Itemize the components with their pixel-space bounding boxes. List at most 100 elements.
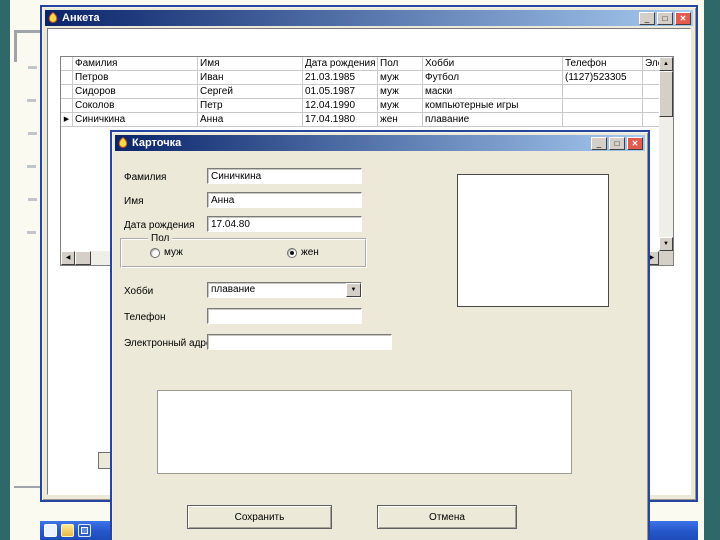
slide-text-fragment [27,165,36,168]
grid-cell[interactable]: Футбол [423,71,563,85]
grid-header-cell: Пол [378,57,423,71]
grid-header-cell: Телефон [563,57,643,71]
grid-cell[interactable] [643,113,659,127]
maximize-icon[interactable]: □ [657,11,673,25]
grid-cell[interactable]: Иван [198,71,303,85]
grid-header-cell: Имя [198,57,303,71]
birthdate-field[interactable] [207,216,362,232]
grid-cell[interactable]: жен [378,113,423,127]
card-dialog: Карточка _ □ ✕ Фамилия Имя Дата рождения… [110,130,650,540]
dialog-title: Карточка [132,137,182,149]
hobby-combobox[interactable]: плавание ▼ [207,282,362,298]
grid-cell[interactable]: маски [423,85,563,99]
scroll-down-icon[interactable]: ▼ [659,237,673,251]
photo-image-box [457,174,609,307]
grid-cell[interactable]: (1127)523305 [563,71,643,85]
grid-cell[interactable]: Синичкина [73,113,198,127]
scrollbar-corner [659,251,673,265]
current-record-icon: ▶ [61,113,73,127]
email-field[interactable] [207,334,392,350]
hobby-value: плавание [211,284,256,295]
minimize-icon[interactable]: _ [639,11,655,25]
grid-row[interactable]: Сидоров Сергей 01.05.1987 муж маски [61,85,659,99]
quick-launch-icon-1[interactable] [44,524,57,537]
main-window-titlebar[interactable]: Анкета _ □ ✕ [45,10,693,26]
main-window-title: Анкета [62,12,100,24]
phone-field[interactable] [207,308,362,324]
save-button[interactable]: Сохранить [187,505,332,529]
grid-cell[interactable]: Петр [198,99,303,113]
slide-text-fragment [28,132,37,135]
grid-cell[interactable]: 01.05.1987 [303,85,378,99]
grid-cell[interactable]: 17.04.1980 [303,113,378,127]
grid-indicator-cell [61,99,73,113]
gender-groupbox: Пол муж жен [120,233,367,268]
close-icon[interactable]: ✕ [675,11,691,25]
grid-cell[interactable]: плавание [423,113,563,127]
slide-text-fragment [28,66,37,69]
grid-cell[interactable] [643,71,659,85]
notes-memo-field[interactable] [157,390,572,474]
grid-cell[interactable]: муж [378,85,423,99]
hobby-label: Хобби [124,286,154,297]
surname-label: Фамилия [124,172,167,183]
grid-header-row: Фамилия Имя Дата рождения Пол Хобби Теле… [61,57,659,71]
horizontal-scroll-thumb[interactable] [75,251,91,265]
slide-text-fragment [27,231,36,234]
scroll-left-icon[interactable]: ◀ [61,251,75,265]
surname-field[interactable] [207,168,362,184]
grid-cell[interactable]: Сидоров [73,85,198,99]
slide-right-accent-bar [704,0,720,540]
cancel-button[interactable]: Отмена [377,505,517,529]
name-label: Имя [124,196,144,207]
radio-male-label: муж [164,247,183,258]
email-label: Электронный адрес [124,338,217,349]
quick-launch-icon-2[interactable] [61,524,74,537]
name-field[interactable] [207,192,362,208]
grid-row-current[interactable]: ▶ Синичкина Анна 17.04.1980 жен плавание [61,113,659,127]
radio-male[interactable] [150,247,160,258]
grid-cell[interactable]: 21.03.1985 [303,71,378,85]
grid-header-cell: Дата рождения [303,57,378,71]
grid-cell[interactable]: муж [378,71,423,85]
grid-cell[interactable] [643,99,659,113]
slide-text-fragment [28,198,37,201]
delphi-flame-icon [47,12,59,24]
grid-cell[interactable] [643,85,659,99]
grid-cell[interactable]: Соколов [73,99,198,113]
grid-row[interactable]: Петров Иван 21.03.1985 муж Футбол (1127)… [61,71,659,85]
close-icon[interactable]: ✕ [627,136,643,150]
grid-vertical-scrollbar[interactable]: ▲ ▼ [659,57,673,251]
scroll-up-icon[interactable]: ▲ [659,57,673,71]
maximize-icon[interactable]: □ [609,136,625,150]
grid-indicator-cell [61,85,73,99]
radio-female[interactable] [287,247,297,258]
show-desktop-icon[interactable] [78,524,91,537]
grid-header-cell: Фамилия [73,57,198,71]
grid-cell[interactable]: Сергей [198,85,303,99]
vertical-scroll-track[interactable] [659,117,673,237]
grid-indicator-cell [61,71,73,85]
phone-label: Телефон [124,312,166,323]
grid-header-cell: Элект [643,58,659,71]
slide-text-fragment [27,99,36,102]
grid-cell[interactable]: компьютерные игры [423,99,563,113]
grid-cell[interactable] [563,99,643,113]
grid-header-cell: Хобби [423,57,563,71]
dialog-titlebar[interactable]: Карточка _ □ ✕ [115,135,645,151]
delphi-flame-icon [117,137,129,149]
slide-background: Анкета _ □ ✕ Фамилия Имя Дата рождения П… [0,0,720,540]
grid-cell[interactable]: муж [378,99,423,113]
slide-left-accent-bar [0,0,10,540]
grid-cell[interactable]: 12.04.1990 [303,99,378,113]
gender-group-label: Пол [148,233,173,244]
grid-cell[interactable] [563,85,643,99]
grid-cell[interactable]: Анна [198,113,303,127]
grid-cell[interactable]: Петров [73,71,198,85]
grid-row[interactable]: Соколов Петр 12.04.1990 муж компьютерные… [61,99,659,113]
grid-header-indicator [61,57,73,71]
combo-dropdown-icon[interactable]: ▼ [346,283,361,297]
minimize-icon[interactable]: _ [591,136,607,150]
vertical-scroll-thumb[interactable] [659,71,673,117]
grid-cell[interactable] [563,113,643,127]
